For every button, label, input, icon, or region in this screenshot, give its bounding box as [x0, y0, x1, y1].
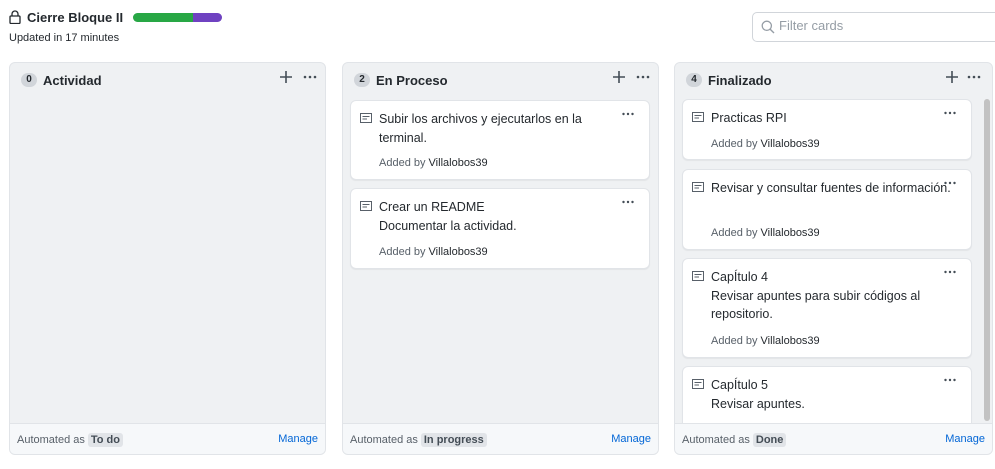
card-menu-kebab-icon[interactable] — [621, 195, 635, 209]
column-menu-kebab-icon[interactable] — [966, 69, 982, 85]
project-progress-bar — [133, 13, 222, 22]
note-card[interactable]: CapÍtulo 4 Revisar apuntes para subir có… — [682, 258, 972, 358]
note-icon — [692, 182, 704, 192]
card-menu-kebab-icon[interactable] — [943, 106, 957, 120]
column-footer: Automated as To do Manage — [10, 423, 325, 454]
note-card[interactable]: Practicas RPI Added by Villalobos39 — [682, 99, 972, 160]
card-count-badge: 4 — [686, 73, 702, 87]
card-menu-kebab-icon[interactable] — [943, 373, 957, 387]
note-icon — [692, 271, 704, 281]
note-card[interactable]: Subir los archivos y ejecutarlos en la t… — [350, 100, 650, 180]
column-en-proceso: 2 En Proceso Subir los archivos y ejecut… — [342, 62, 659, 455]
card-added-by: Added by Villalobos39 — [379, 157, 488, 169]
filter-cards-field[interactable] — [752, 12, 995, 42]
card-note-text: Revisar y consultar fuentes de informaci… — [711, 181, 951, 195]
card-author[interactable]: Villalobos39 — [761, 335, 820, 347]
column-title: En Proceso — [376, 73, 448, 88]
column-footer: Automated as In progress Manage — [343, 423, 658, 454]
card-added-by: Added by Villalobos39 — [711, 138, 820, 150]
add-card-plus-icon[interactable] — [278, 69, 294, 85]
card-note-text: CapÍtulo 4 Revisar apuntes para subir có… — [711, 270, 921, 321]
column-menu-kebab-icon[interactable] — [302, 69, 318, 85]
column-footer: Automated as Done Manage — [675, 423, 992, 454]
updated-timestamp: Updated in 17 minutes — [9, 32, 120, 44]
add-card-plus-icon[interactable] — [611, 69, 627, 85]
column-header: 4 Finalizado — [675, 63, 992, 97]
filter-cards-input[interactable] — [779, 18, 979, 33]
manage-automation-link[interactable]: Manage — [278, 433, 318, 445]
progress-in-progress-segment — [192, 13, 222, 22]
card-author[interactable]: Villalobos39 — [429, 246, 488, 258]
card-note-text: CapÍtulo 5 Revisar apuntes. — [711, 378, 805, 411]
note-card[interactable]: Revisar y consultar fuentes de informaci… — [682, 169, 972, 250]
card-author[interactable]: Villalobos39 — [761, 138, 820, 150]
manage-automation-link[interactable]: Manage — [945, 433, 985, 445]
card-count-badge: 2 — [354, 73, 370, 87]
column-actividad: 0 Actividad Automated as To do Manage — [9, 62, 326, 455]
note-card[interactable]: Crear un README Documentar la actividad.… — [350, 188, 650, 269]
column-finalizado: 4 Finalizado Practicas RPI Added by Vill… — [674, 62, 993, 455]
column-title: Finalizado — [708, 73, 772, 88]
note-icon — [692, 379, 704, 389]
card-count-badge: 0 — [21, 73, 37, 87]
card-menu-kebab-icon[interactable] — [943, 176, 957, 190]
automation-status: Automated as In progress — [350, 433, 487, 447]
project-title: Cierre Bloque II — [27, 10, 124, 25]
column-header: 0 Actividad — [10, 63, 325, 97]
card-note-text: Practicas RPI — [711, 111, 787, 125]
column-title: Actividad — [43, 73, 102, 88]
card-added-by: Added by Villalobos39 — [711, 335, 820, 347]
scrollbar-thumb[interactable] — [984, 99, 990, 421]
card-added-by: Added by Villalobos39 — [711, 227, 820, 239]
card-author[interactable]: Villalobos39 — [429, 157, 488, 169]
project-header: Cierre Bloque II Updated in 17 minutes — [0, 0, 995, 58]
automation-badge: To do — [87, 433, 123, 447]
card-menu-kebab-icon[interactable] — [943, 265, 957, 279]
progress-done-segment — [133, 13, 193, 22]
manage-automation-link[interactable]: Manage — [611, 433, 651, 445]
search-icon — [761, 20, 775, 34]
card-note-text: Crear un README Documentar la actividad. — [379, 200, 517, 233]
card-added-by: Added by Villalobos39 — [379, 246, 488, 258]
note-icon — [692, 112, 704, 122]
lock-icon — [9, 10, 21, 24]
add-card-plus-icon[interactable] — [944, 69, 960, 85]
automation-badge: Done — [752, 433, 787, 447]
note-icon — [360, 201, 372, 211]
column-menu-kebab-icon[interactable] — [635, 69, 651, 85]
card-author[interactable]: Villalobos39 — [761, 227, 820, 239]
automation-status: Automated as To do — [17, 433, 123, 447]
automation-status: Automated as Done — [682, 433, 787, 447]
automation-badge: In progress — [420, 433, 487, 447]
column-header: 2 En Proceso — [343, 63, 658, 97]
card-note-text: Subir los archivos y ejecutarlos en la t… — [379, 112, 582, 145]
note-icon — [360, 113, 372, 123]
column-scrollbar[interactable] — [983, 99, 991, 423]
card-menu-kebab-icon[interactable] — [621, 107, 635, 121]
